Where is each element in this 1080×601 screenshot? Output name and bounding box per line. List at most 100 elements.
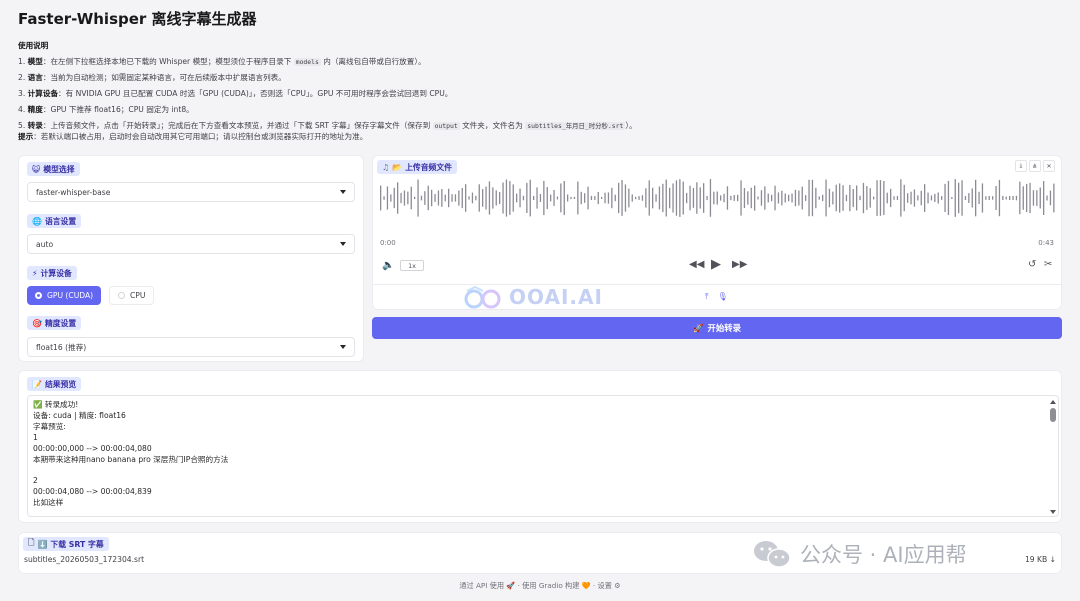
waveform-bar	[791, 193, 793, 203]
waveform-bar	[648, 180, 650, 216]
waveform-bar	[941, 196, 943, 200]
waveform-bar	[492, 187, 494, 209]
waveform-bar	[964, 196, 967, 200]
waveform-bar	[631, 194, 633, 202]
play-icon[interactable]: ▶	[711, 257, 721, 272]
waveform-bar	[995, 186, 997, 210]
waveform-bar	[434, 194, 436, 202]
upload-icon[interactable]: ⤒	[705, 292, 709, 302]
waveform-bar	[1009, 196, 1011, 200]
audio-waveform[interactable]	[379, 178, 1055, 218]
waveform-bar	[726, 186, 729, 210]
waveform-bar	[954, 179, 956, 217]
waveform-bar	[400, 192, 402, 204]
waveform-bar	[971, 188, 973, 208]
model-dropdown[interactable]: faster-whisper-base	[27, 182, 355, 202]
waveform-bar	[451, 194, 453, 202]
rewind-icon[interactable]: ◀◀	[689, 259, 704, 270]
settings-panel: 😺 模型选择 faster-whisper-base 🌐 语言设置 auto ⚡…	[18, 155, 364, 362]
settings-link[interactable]: 设置	[598, 581, 612, 590]
waveform-bar	[607, 192, 610, 204]
start-transcribe-button[interactable]: 🚀 开始转录	[372, 317, 1062, 339]
scrollbar[interactable]	[1050, 400, 1056, 514]
waveform-bar	[682, 181, 684, 215]
page-title: Faster-Whisper 离线字幕生成器	[18, 10, 257, 28]
waveform-bar	[641, 195, 644, 201]
precision-dropdown[interactable]: float16 (推荐)	[27, 337, 355, 357]
waveform-bar	[431, 189, 433, 207]
waveform-bar	[645, 188, 647, 208]
waveform-bar	[543, 180, 545, 216]
waveform-bar	[502, 182, 504, 214]
undo-icon[interactable]: ↺	[1028, 259, 1036, 270]
playback-speed-button[interactable]: 1x	[400, 260, 424, 271]
language-dropdown[interactable]: auto	[27, 234, 355, 254]
waveform-bar	[849, 184, 851, 212]
waveform-bar	[539, 194, 542, 202]
globe-icon: 🌐	[32, 216, 42, 226]
waveform-bar	[968, 193, 970, 203]
waveform-bar	[713, 191, 715, 205]
waveform-bar	[635, 196, 637, 200]
scroll-up-icon[interactable]	[1050, 400, 1056, 404]
gear-icon: ⚙	[614, 581, 621, 590]
waveform-bar	[760, 190, 763, 206]
file-name[interactable]: subtitles_20260503_172304.srt	[24, 555, 144, 564]
waveform-bar	[747, 191, 749, 205]
waveform-bar	[529, 179, 531, 217]
waveform-bar	[1032, 190, 1035, 206]
api-link[interactable]: 通过 API 使用	[459, 581, 504, 590]
fast-forward-icon[interactable]: ▶▶	[732, 259, 747, 270]
waveform-bar	[386, 186, 389, 210]
waveform-bar	[536, 187, 538, 209]
radio-icon	[35, 292, 42, 299]
waveform-bar	[910, 191, 912, 205]
instruction-item-3: 3. 计算设备：有 NVIDIA GPU 且已配置 CUDA 时选「GPU (C…	[18, 89, 453, 98]
waveform-bar	[900, 179, 902, 217]
waveform-bar	[407, 191, 409, 205]
waveform-bar	[655, 194, 657, 202]
volume-icon[interactable]: 🔈	[382, 260, 394, 271]
waveform-bar	[437, 190, 440, 206]
microphone-icon[interactable]: 🎙	[718, 292, 728, 302]
device-option-gpu[interactable]: GPU (CUDA)	[27, 286, 102, 305]
scroll-down-icon[interactable]	[1050, 510, 1056, 514]
waveform-bar	[961, 180, 963, 216]
waveform-bar	[801, 186, 803, 210]
waveform-bar	[526, 182, 528, 213]
waveform-bar	[720, 195, 722, 201]
waveform-bar	[794, 189, 797, 207]
lightning-icon: ⚡	[32, 268, 38, 278]
gradio-link[interactable]: 使用 Gradio 构建	[522, 581, 579, 590]
waveform-bar	[750, 187, 752, 209]
scrollbar-thumb[interactable]	[1050, 408, 1056, 422]
waveform-bar	[546, 187, 548, 210]
result-label: 📝 结果预览	[27, 377, 82, 391]
waveform-bar	[454, 194, 457, 202]
waveform-bar	[512, 184, 514, 212]
waveform-bar	[924, 184, 926, 212]
close-icon[interactable]: ✕	[1043, 160, 1055, 172]
target-icon: 🎯	[32, 318, 42, 328]
device-option-cpu[interactable]: CPU	[109, 286, 155, 305]
share-icon[interactable]: ⋔	[1029, 160, 1041, 172]
waveform-bar	[580, 191, 582, 205]
waveform-bar	[703, 183, 705, 213]
download-icon[interactable]: ⤓	[1015, 160, 1027, 172]
waveform-bar	[509, 181, 511, 215]
waveform-bar	[920, 190, 922, 206]
waveform-bar	[570, 196, 572, 200]
result-textbox[interactable]: ✅ 转录成功! 设备: cuda | 精度: float16 字幕预览: 1 0…	[27, 395, 1059, 517]
waveform-bar	[981, 183, 984, 213]
waveform-bar	[638, 196, 640, 200]
waveform-bar	[767, 193, 769, 203]
waveform-bar	[577, 181, 579, 215]
waveform-bar	[903, 184, 905, 212]
waveform-bar	[550, 194, 552, 202]
waveform-bar	[628, 188, 630, 208]
scissors-icon[interactable]: ✂	[1044, 259, 1052, 270]
waveform-bar	[798, 190, 800, 206]
waveform-bar	[420, 195, 423, 201]
waveform-bar	[441, 189, 443, 207]
waveform-bar	[716, 191, 718, 205]
